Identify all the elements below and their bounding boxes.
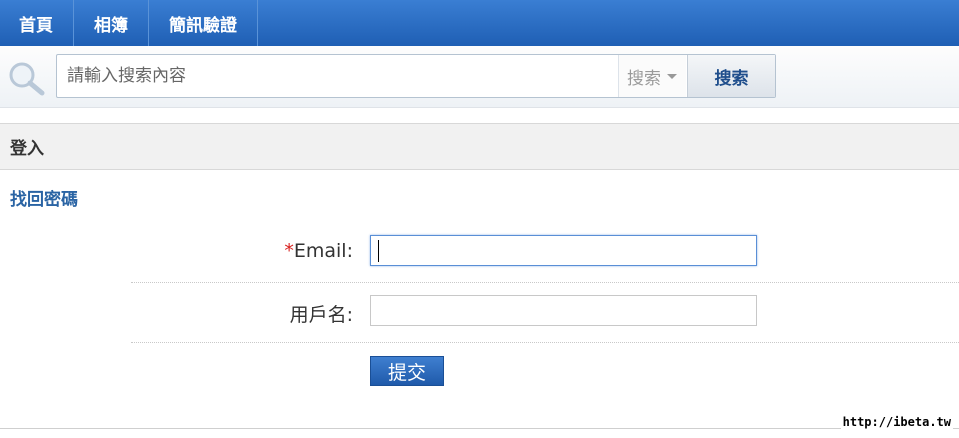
search-button[interactable]: 搜索: [687, 55, 775, 97]
submit-button[interactable]: 提交: [370, 356, 444, 386]
search-bar: 搜索 搜索: [0, 46, 959, 108]
search-scope-label: 搜索: [627, 68, 661, 89]
username-field[interactable]: [370, 295, 757, 326]
email-label: *Email:: [133, 240, 353, 262]
divider: [131, 282, 959, 283]
required-mark: *: [284, 240, 294, 262]
search-icon: [9, 62, 45, 96]
nav-item-albums[interactable]: 相簿: [74, 0, 149, 46]
section-title: 登入: [0, 123, 959, 170]
text-cursor: [378, 240, 379, 262]
top-nav: 首頁 相簿 簡訊驗證: [0, 0, 959, 46]
nav-item-sms-verification[interactable]: 簡訊驗證: [149, 0, 258, 46]
search-box: 搜索 搜索: [56, 54, 776, 98]
divider: [131, 342, 959, 343]
watermark: http://ibeta.tw: [840, 415, 953, 429]
nav-item-home[interactable]: 首頁: [0, 0, 74, 46]
chevron-down-icon: [667, 73, 677, 79]
username-label: 用戶名:: [289, 304, 353, 326]
page-subtitle: 找回密碼: [10, 190, 78, 210]
email-field[interactable]: [370, 235, 757, 266]
search-scope-dropdown[interactable]: 搜索: [618, 55, 686, 97]
search-input[interactable]: [57, 55, 617, 97]
footer-divider: [0, 428, 959, 429]
email-label-text: Email:: [293, 240, 353, 262]
